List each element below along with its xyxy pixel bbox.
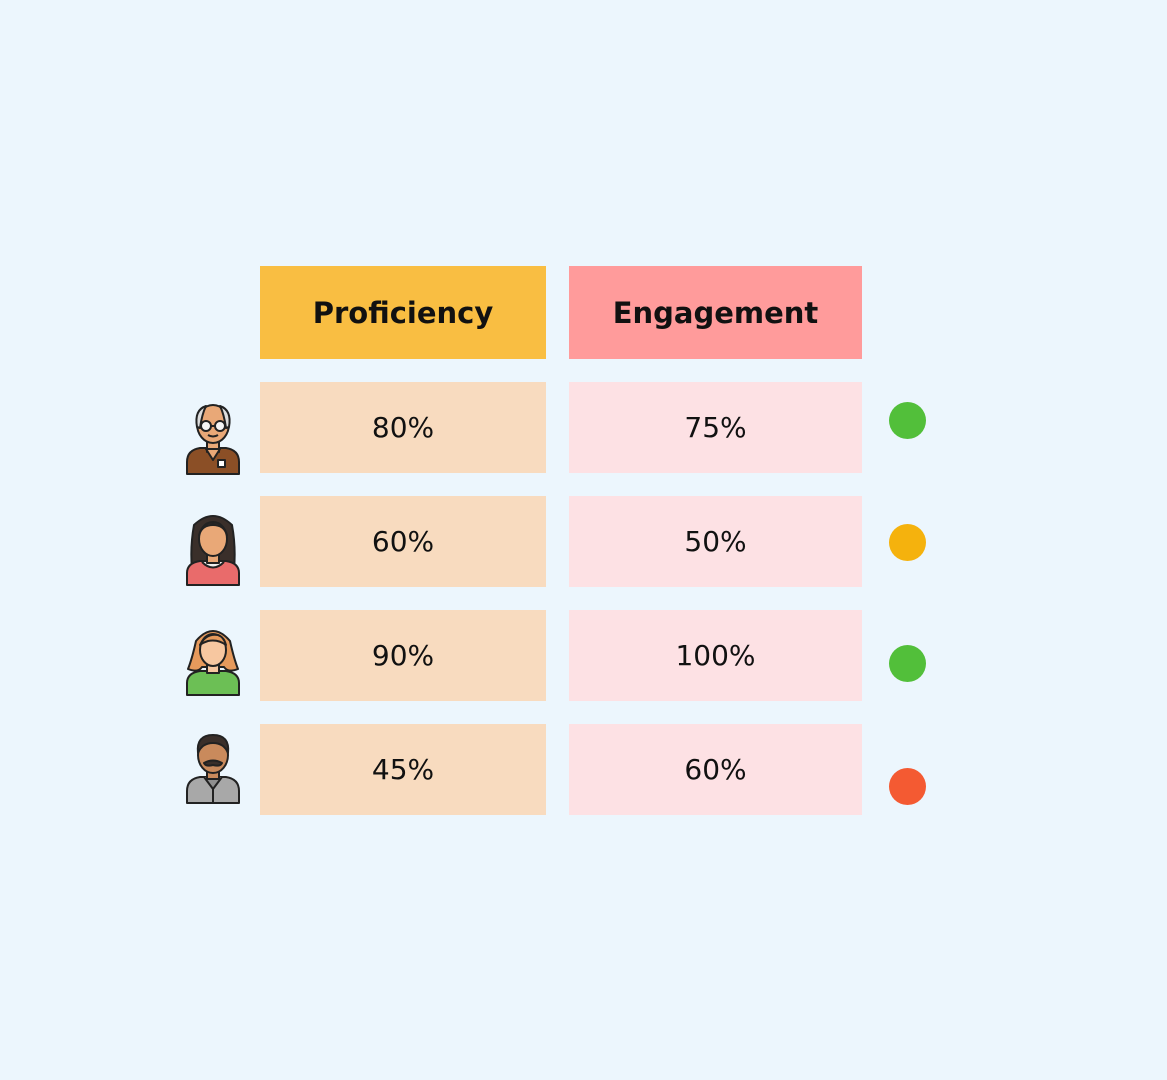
engagement-cell: 75%	[569, 382, 862, 473]
proficiency-header: Proficiency	[260, 266, 546, 359]
engagement-cell: 100%	[569, 610, 862, 701]
proficiency-cell: 60%	[260, 496, 546, 587]
engagement-cell: 60%	[569, 724, 862, 815]
proficiency-cell: 45%	[260, 724, 546, 815]
status-dot	[889, 524, 926, 561]
status-dot	[889, 402, 926, 439]
proficiency-cell: 80%	[260, 382, 546, 473]
elderly-man-glasses-icon	[186, 404, 240, 475]
man-mustache-icon	[186, 734, 240, 804]
status-dot	[889, 768, 926, 805]
engagement-header: Engagement	[569, 266, 862, 359]
proficiency-cell: 90%	[260, 610, 546, 701]
woman-ginger-hair-icon	[186, 630, 240, 696]
engagement-cell: 50%	[569, 496, 862, 587]
status-dot	[889, 645, 926, 682]
woman-dark-hair-icon	[186, 515, 240, 586]
